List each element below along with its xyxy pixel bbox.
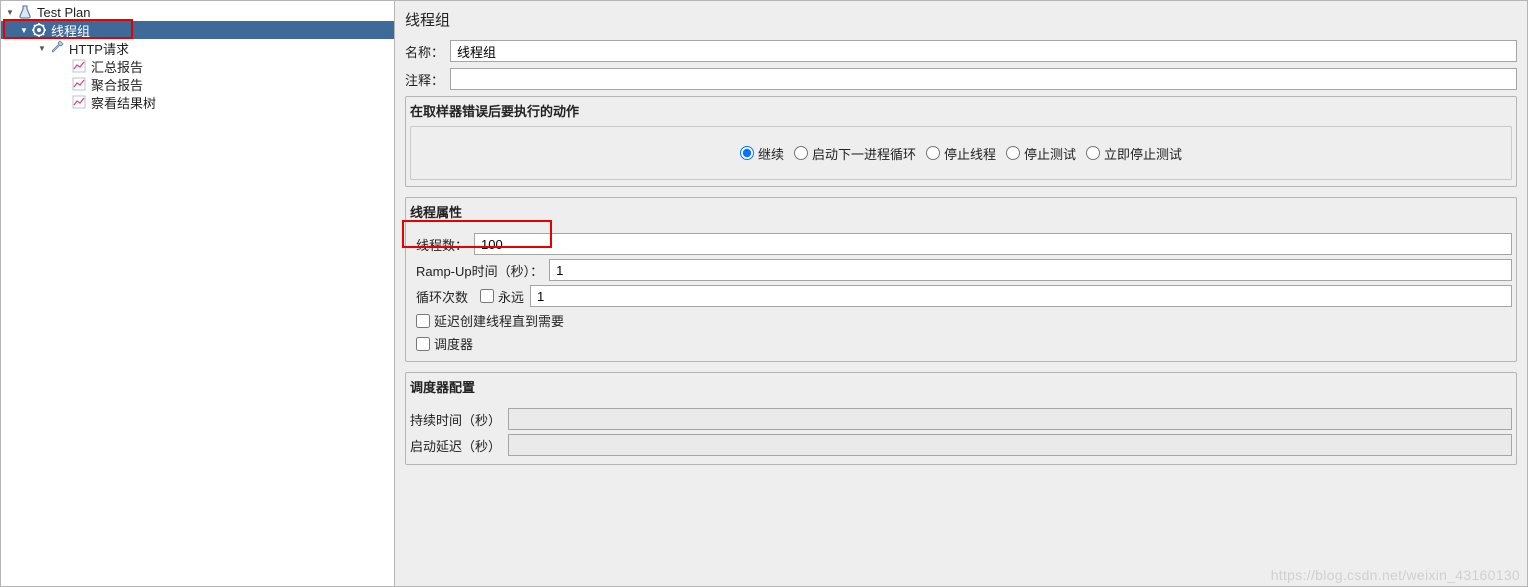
radio-input[interactable] — [740, 146, 754, 160]
radio-input[interactable] — [926, 146, 940, 160]
tree-item-threadgroup[interactable]: ▼ 线程组 — [1, 21, 394, 39]
on-error-options: 继续 启动下一进程循环 停止线程 停止测试 立即停止测试 — [410, 126, 1512, 180]
checkbox-input[interactable] — [416, 314, 430, 328]
checkbox-input[interactable] — [416, 337, 430, 351]
name-label: 名称： — [405, 42, 450, 61]
duration-label: 持续时间（秒） — [410, 410, 508, 429]
radio-input[interactable] — [794, 146, 808, 160]
tree-item-testplan[interactable]: ▼ Test Plan — [1, 3, 394, 21]
watermark: https://blog.csdn.net/weixin_43160130 — [1271, 567, 1520, 583]
threads-row: 线程数： — [410, 233, 1512, 255]
tree-toggle-icon[interactable]: ▼ — [37, 43, 47, 53]
delay-create-row: 延迟创建线程直到需要 — [410, 311, 1512, 330]
radio-startnext[interactable]: 启动下一进程循环 — [794, 144, 916, 163]
tree-item-aggregate[interactable]: 聚合报告 — [1, 75, 394, 93]
scheduler-config-group: 调度器配置 持续时间（秒） 启动延迟（秒） — [405, 372, 1517, 465]
scheduler-label: 调度器 — [434, 334, 473, 353]
threads-label: 线程数： — [410, 235, 474, 254]
chart-icon — [71, 94, 87, 110]
tree: ▼ Test Plan ▼ 线程组 ▼ HTTP请求 — [1, 1, 394, 111]
scheduler-checkbox[interactable]: 调度器 — [416, 334, 473, 353]
radio-stoptest[interactable]: 停止测试 — [1006, 144, 1076, 163]
radio-label: 停止线程 — [944, 144, 996, 163]
loops-label: 循环次数 — [410, 287, 474, 306]
name-row: 名称： — [405, 40, 1517, 62]
flask-icon — [17, 4, 33, 20]
rampup-input[interactable] — [549, 259, 1512, 281]
radio-input[interactable] — [1086, 146, 1100, 160]
tree-toggle-icon[interactable]: ▼ — [19, 25, 29, 35]
tree-label: 察看结果树 — [91, 93, 156, 112]
chart-icon — [71, 76, 87, 92]
thread-props-group: 线程属性 线程数： Ramp-Up时间（秒）： 循环次数 永远 — [405, 197, 1517, 362]
scheduler-config-title: 调度器配置 — [406, 373, 1516, 402]
radio-label: 启动下一进程循环 — [812, 144, 916, 163]
on-error-title: 在取样器错误后要执行的动作 — [406, 97, 1516, 126]
scheduler-row: 调度器 — [410, 334, 1512, 353]
checkbox-input[interactable] — [480, 289, 494, 303]
thread-props-title: 线程属性 — [406, 198, 1516, 227]
threads-input[interactable] — [474, 233, 1512, 255]
delay-row: 启动延迟（秒） — [410, 434, 1512, 456]
radio-stoptestnow[interactable]: 立即停止测试 — [1086, 144, 1182, 163]
radio-label: 继续 — [758, 144, 784, 163]
gear-icon — [31, 22, 47, 38]
forever-label: 永远 — [498, 287, 524, 306]
name-input[interactable] — [450, 40, 1517, 62]
tree-item-summary[interactable]: 汇总报告 — [1, 57, 394, 75]
tree-item-httprequest[interactable]: ▼ HTTP请求 — [1, 39, 394, 57]
panel-title: 线程组 — [405, 5, 1517, 40]
loops-row: 循环次数 永远 — [410, 285, 1512, 307]
delay-create-checkbox[interactable]: 延迟创建线程直到需要 — [416, 311, 564, 330]
tree-panel: ▼ Test Plan ▼ 线程组 ▼ HTTP请求 — [0, 0, 395, 587]
duration-input — [508, 408, 1512, 430]
tree-toggle-icon[interactable]: ▼ — [5, 7, 15, 17]
tree-label: Test Plan — [37, 5, 90, 20]
rampup-row: Ramp-Up时间（秒）： — [410, 259, 1512, 281]
comments-row: 注释： — [405, 68, 1517, 90]
tree-label: HTTP请求 — [69, 39, 129, 58]
delay-create-label: 延迟创建线程直到需要 — [434, 311, 564, 330]
tree-label: 聚合报告 — [91, 75, 143, 94]
loops-input[interactable] — [530, 285, 1512, 307]
comments-label: 注释： — [405, 70, 450, 89]
on-error-group: 在取样器错误后要执行的动作 继续 启动下一进程循环 停止线程 停止测试 — [405, 96, 1517, 187]
radio-stopthread[interactable]: 停止线程 — [926, 144, 996, 163]
delay-label: 启动延迟（秒） — [410, 436, 508, 455]
chart-icon — [71, 58, 87, 74]
radio-label: 停止测试 — [1024, 144, 1076, 163]
delay-input — [508, 434, 1512, 456]
comments-input[interactable] — [450, 68, 1517, 90]
tree-label: 汇总报告 — [91, 57, 143, 76]
duration-row: 持续时间（秒） — [410, 408, 1512, 430]
radio-continue[interactable]: 继续 — [740, 144, 784, 163]
radio-label: 立即停止测试 — [1104, 144, 1182, 163]
forever-checkbox[interactable]: 永远 — [480, 287, 524, 306]
config-panel: 线程组 名称： 注释： 在取样器错误后要执行的动作 继续 启动下一进程循环 — [395, 0, 1528, 587]
dropper-icon — [49, 40, 65, 56]
tree-label: 线程组 — [51, 21, 90, 40]
radio-input[interactable] — [1006, 146, 1020, 160]
rampup-label: Ramp-Up时间（秒）： — [410, 261, 549, 280]
tree-item-resultstree[interactable]: 察看结果树 — [1, 93, 394, 111]
